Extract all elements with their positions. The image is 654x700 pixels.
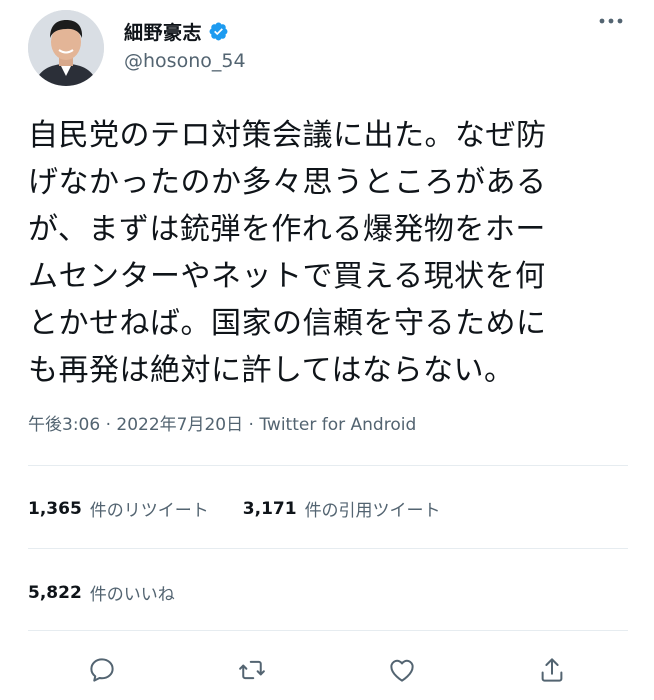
user-handle[interactable]: @hosono_54	[124, 50, 246, 72]
engagement-stats-row: 1,365 件のリツイート 3,171 件の引用ツイート	[28, 496, 441, 522]
tweet-meta: 午後3:06 · 2022年7月20日 · Twitter for Androi…	[28, 410, 416, 435]
quotes-label: 件の引用ツイート	[304, 501, 441, 521]
meta-separator: ·	[100, 415, 117, 435]
tweet-time[interactable]: 午後3:06	[28, 415, 100, 435]
tweet-text-line: とかせねば。国家の信頼を守るために	[28, 306, 547, 341]
verified-badge-icon	[209, 22, 228, 41]
reply-button[interactable]	[82, 650, 122, 690]
tweet-text: 自民党のテロ対策会議に出た。なぜ防 げなかったのか多々思うところがある が、まず…	[28, 112, 628, 394]
likes-stats-row: 5,822 件のいいね	[28, 580, 175, 606]
meta-separator: ·	[243, 415, 260, 435]
tweet-text-line: も再発は絶対に許してはならない。	[28, 353, 515, 388]
like-button[interactable]	[382, 650, 422, 690]
tweet-actions-bar	[28, 650, 628, 690]
reply-icon	[90, 658, 114, 682]
quotes-stat[interactable]: 3,171 件の引用ツイート	[242, 496, 441, 522]
retweet-button[interactable]	[232, 650, 272, 690]
tweet-date[interactable]: 2022年7月20日	[116, 415, 243, 435]
quotes-count: 3,171	[242, 498, 297, 519]
tweet-text-line: げなかったのか多々思うところがある	[28, 165, 547, 200]
tweet-header: 細野豪志 @hosono_54	[28, 8, 628, 86]
like-icon	[390, 659, 414, 682]
tweet-source[interactable]: Twitter for Android	[259, 415, 416, 435]
profile-photo	[28, 10, 104, 86]
divider	[28, 548, 628, 549]
retweets-stat[interactable]: 1,365 件のリツイート	[28, 496, 209, 522]
display-name[interactable]: 細野豪志	[124, 18, 202, 45]
share-button[interactable]	[532, 650, 572, 690]
more-options-icon[interactable]	[598, 12, 624, 30]
tweet-text-line: が、まずは銃弾を作れる爆発物をホー	[28, 212, 546, 247]
likes-count: 5,822	[28, 582, 82, 603]
name-row: 細野豪志	[124, 18, 229, 45]
share-icon	[541, 658, 563, 682]
likes-stat[interactable]: 5,822 件のいいね	[28, 580, 175, 606]
retweets-count: 1,365	[28, 498, 82, 519]
likes-label: 件のいいね	[89, 585, 175, 605]
retweet-icon	[239, 660, 265, 680]
tweet-text-line: 自民党のテロ対策会議に出た。なぜ防	[28, 118, 547, 153]
tweet-text-line: ムセンターやネットで買える現状を何	[28, 259, 546, 294]
avatar[interactable]	[28, 10, 104, 86]
retweets-label: 件のリツイート	[89, 501, 209, 521]
divider	[28, 465, 628, 466]
divider	[28, 630, 628, 631]
